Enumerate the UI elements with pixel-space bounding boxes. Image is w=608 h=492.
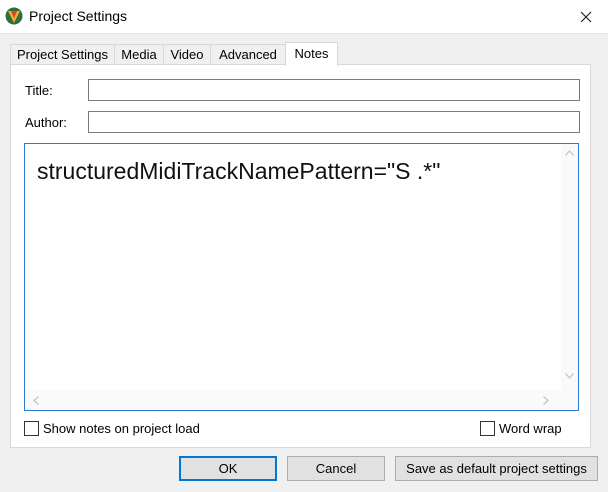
author-label: Author: [25, 115, 67, 130]
tab-video[interactable]: Video [163, 44, 211, 65]
horizontal-scrollbar[interactable] [25, 390, 561, 410]
tab-media[interactable]: Media [114, 44, 164, 65]
close-button[interactable] [568, 3, 604, 31]
tab-project-settings[interactable]: Project Settings [10, 44, 115, 65]
tab-notes[interactable]: Notes [285, 42, 338, 66]
scroll-up-icon[interactable] [565, 150, 574, 156]
scroll-left-icon[interactable] [33, 396, 39, 405]
scroll-right-icon[interactable] [543, 396, 549, 405]
cancel-button[interactable]: Cancel [287, 456, 385, 481]
scrollbar-corner [561, 390, 578, 410]
ok-button[interactable]: OK [179, 456, 277, 481]
notes-content: structuredMidiTrackNamePattern="S .*" [37, 158, 441, 184]
title-label: Title: [25, 83, 53, 98]
close-icon [580, 11, 592, 23]
show-notes-label[interactable]: Show notes on project load [43, 421, 200, 436]
reaper-logo-icon [5, 7, 23, 25]
window-title: Project Settings [29, 8, 128, 24]
show-notes-checkbox[interactable] [24, 421, 39, 436]
scroll-down-icon[interactable] [565, 373, 574, 379]
title-field[interactable] [88, 79, 580, 101]
tab-advanced[interactable]: Advanced [210, 44, 286, 65]
word-wrap-label[interactable]: Word wrap [499, 421, 562, 436]
save-default-button[interactable]: Save as default project settings [395, 456, 598, 481]
notes-textarea[interactable]: structuredMidiTrackNamePattern="S .*" [24, 143, 579, 411]
author-field[interactable] [88, 111, 580, 133]
word-wrap-checkbox[interactable] [480, 421, 495, 436]
title-bar: Project Settings [0, 0, 608, 34]
vertical-scrollbar[interactable] [561, 144, 578, 390]
